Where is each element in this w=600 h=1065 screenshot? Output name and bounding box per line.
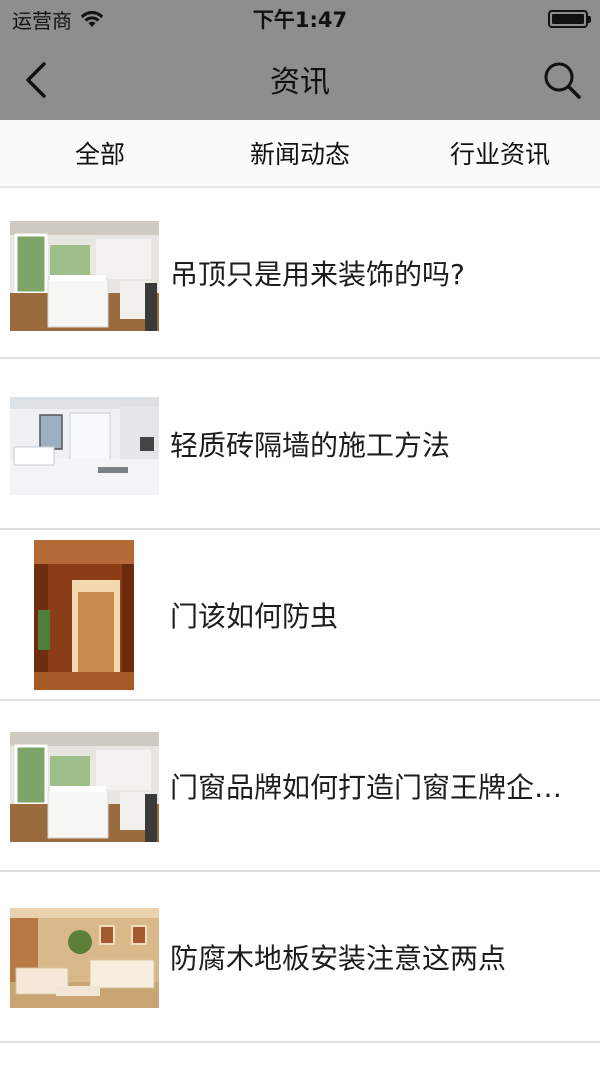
article-item[interactable]: 门该如何防虫: [0, 530, 600, 701]
nav-bar: 资讯: [0, 38, 600, 120]
bathroom-photo: [10, 397, 159, 495]
status-bar: 运营商 下午1:47: [0, 0, 600, 38]
carrier-label: 运营商: [12, 8, 72, 33]
kitchen-photo: [10, 221, 159, 331]
article-item[interactable]: 防腐木地板安装注意这两点: [0, 872, 600, 1043]
article-list: 吊顶只是用来装饰的吗? 轻质砖隔墙的施工方法 门该如何防虫 门窗品牌如何打造门窗…: [0, 188, 600, 1043]
tab-news[interactable]: 新闻动态: [200, 120, 400, 186]
article-title: 门窗品牌如何打造门窗王牌企…: [170, 770, 563, 804]
status-left: 运营商: [12, 5, 104, 34]
tab-industry[interactable]: 行业资讯: [400, 120, 600, 186]
living-room-photo: [10, 908, 159, 1008]
tab-all[interactable]: 全部: [0, 120, 200, 186]
wooden-door-photo: [34, 540, 134, 690]
wifi-icon: [80, 11, 104, 27]
battery-icon: [548, 10, 591, 28]
kitchen-photo: [10, 732, 159, 842]
article-title: 轻质砖隔墙的施工方法: [170, 428, 451, 462]
article-item[interactable]: 门窗品牌如何打造门窗王牌企…: [0, 701, 600, 872]
article-item[interactable]: 轻质砖隔墙的施工方法: [0, 359, 600, 530]
search-icon[interactable]: [542, 60, 582, 100]
page-title: 资讯: [270, 65, 330, 100]
article-title: 门该如何防虫: [170, 599, 339, 633]
article-item[interactable]: 吊顶只是用来装饰的吗?: [0, 188, 600, 359]
back-icon[interactable]: [20, 60, 56, 100]
category-tabs: 全部 新闻动态 行业资讯: [0, 120, 600, 188]
article-title: 吊顶只是用来装饰的吗?: [170, 257, 465, 291]
article-title: 防腐木地板安装注意这两点: [170, 941, 507, 975]
